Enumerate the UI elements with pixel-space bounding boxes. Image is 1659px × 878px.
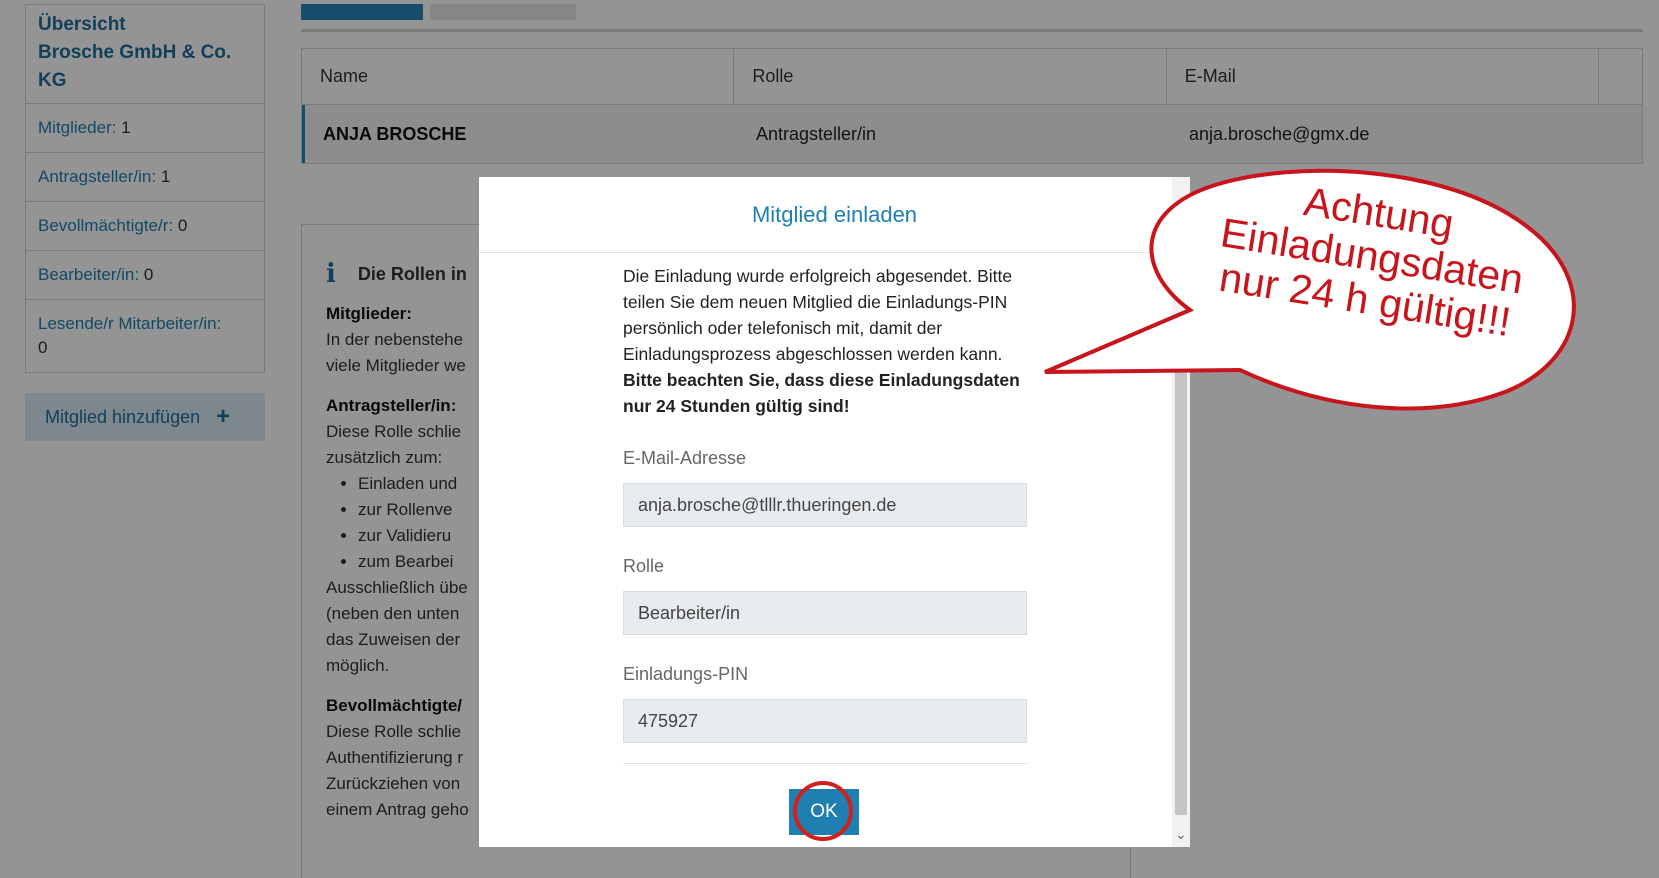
role-field: Bearbeiter/in: [623, 591, 1027, 635]
chevron-down-icon[interactable]: ⌄: [1175, 826, 1187, 843]
divider: [623, 763, 1027, 764]
pin-field: 475927: [623, 699, 1027, 743]
email-field: anja.brosche@tlllr.thueringen.de: [623, 483, 1027, 527]
message-warning: Bitte beachten Sie, dass diese Einladung…: [623, 370, 1020, 416]
highlight-circle: [793, 781, 853, 841]
invite-member-dialog: Mitglied einladen × Die Einladung wurde …: [479, 177, 1214, 847]
ok-button-wrapper: OK: [789, 781, 859, 841]
role-label: Rolle: [623, 556, 665, 576]
email-label: E-Mail-Adresse: [623, 448, 747, 468]
dialog-body: Die Einladung wurde erfolgreich abgesend…: [623, 263, 1027, 764]
success-message: Die Einladung wurde erfolgreich abgesend…: [623, 263, 1027, 419]
dialog-title: Mitglied einladen: [479, 177, 1190, 253]
pin-label: Einladungs-PIN: [623, 664, 749, 684]
message-text: Die Einladung wurde erfolgreich abgesend…: [623, 266, 1013, 364]
scrollbar-thumb[interactable]: [1175, 355, 1187, 815]
